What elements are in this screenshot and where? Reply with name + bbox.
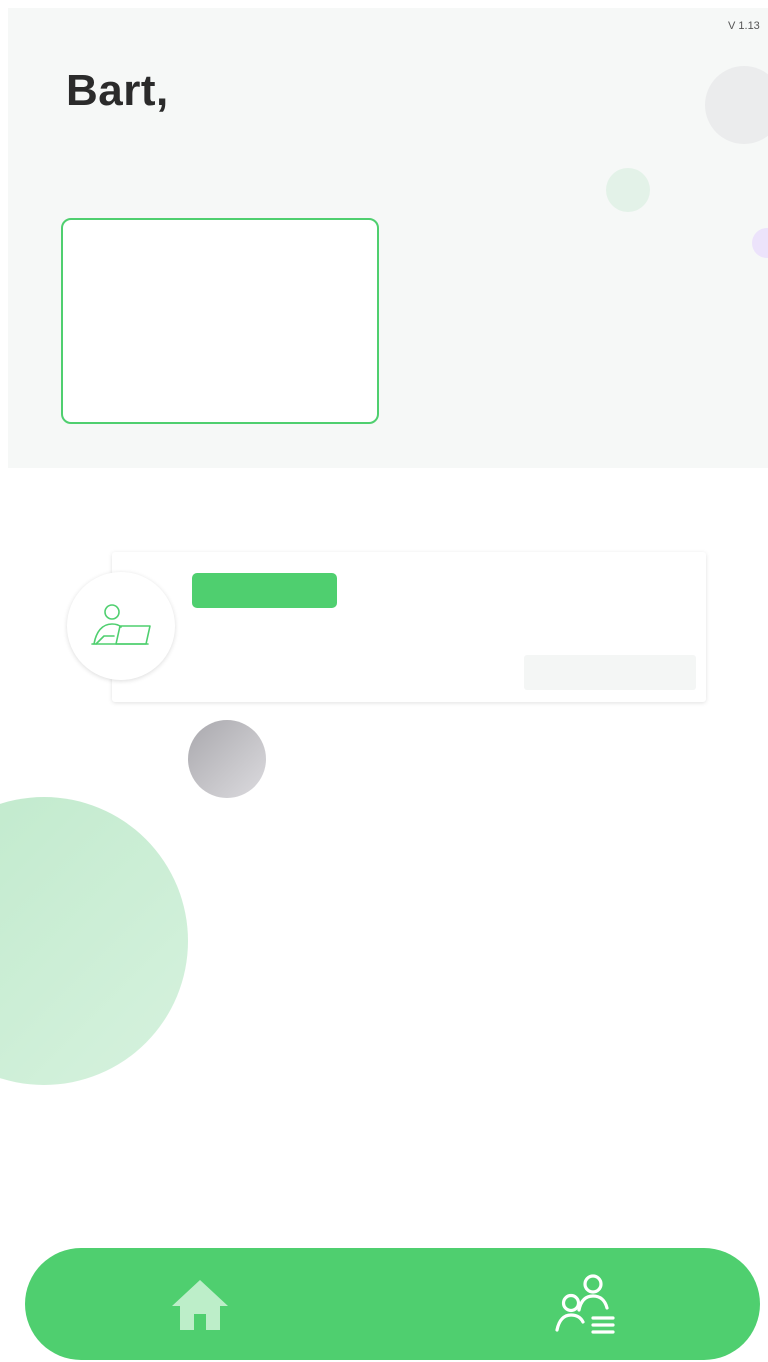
nav-people-button[interactable] bbox=[551, 1270, 621, 1340]
decorative-circle bbox=[0, 797, 188, 1085]
info-box[interactable] bbox=[61, 218, 379, 424]
task-label-placeholder bbox=[192, 573, 337, 608]
task-avatar[interactable] bbox=[67, 572, 175, 680]
app-screen: V 1.13 Bart, bbox=[0, 0, 768, 1362]
task-meta-placeholder bbox=[524, 655, 696, 690]
people-list-icon bbox=[555, 1274, 615, 1334]
person-laptop-icon bbox=[91, 604, 151, 645]
task-card[interactable] bbox=[112, 552, 706, 702]
home-icon bbox=[172, 1280, 228, 1330]
decorative-circle bbox=[606, 168, 650, 212]
bottom-nav-bar bbox=[25, 1248, 760, 1360]
decorative-circle bbox=[188, 720, 266, 798]
nav-home-button[interactable] bbox=[165, 1270, 235, 1340]
version-label: V 1.13 bbox=[728, 20, 760, 32]
greeting-title: Bart, bbox=[66, 66, 169, 115]
